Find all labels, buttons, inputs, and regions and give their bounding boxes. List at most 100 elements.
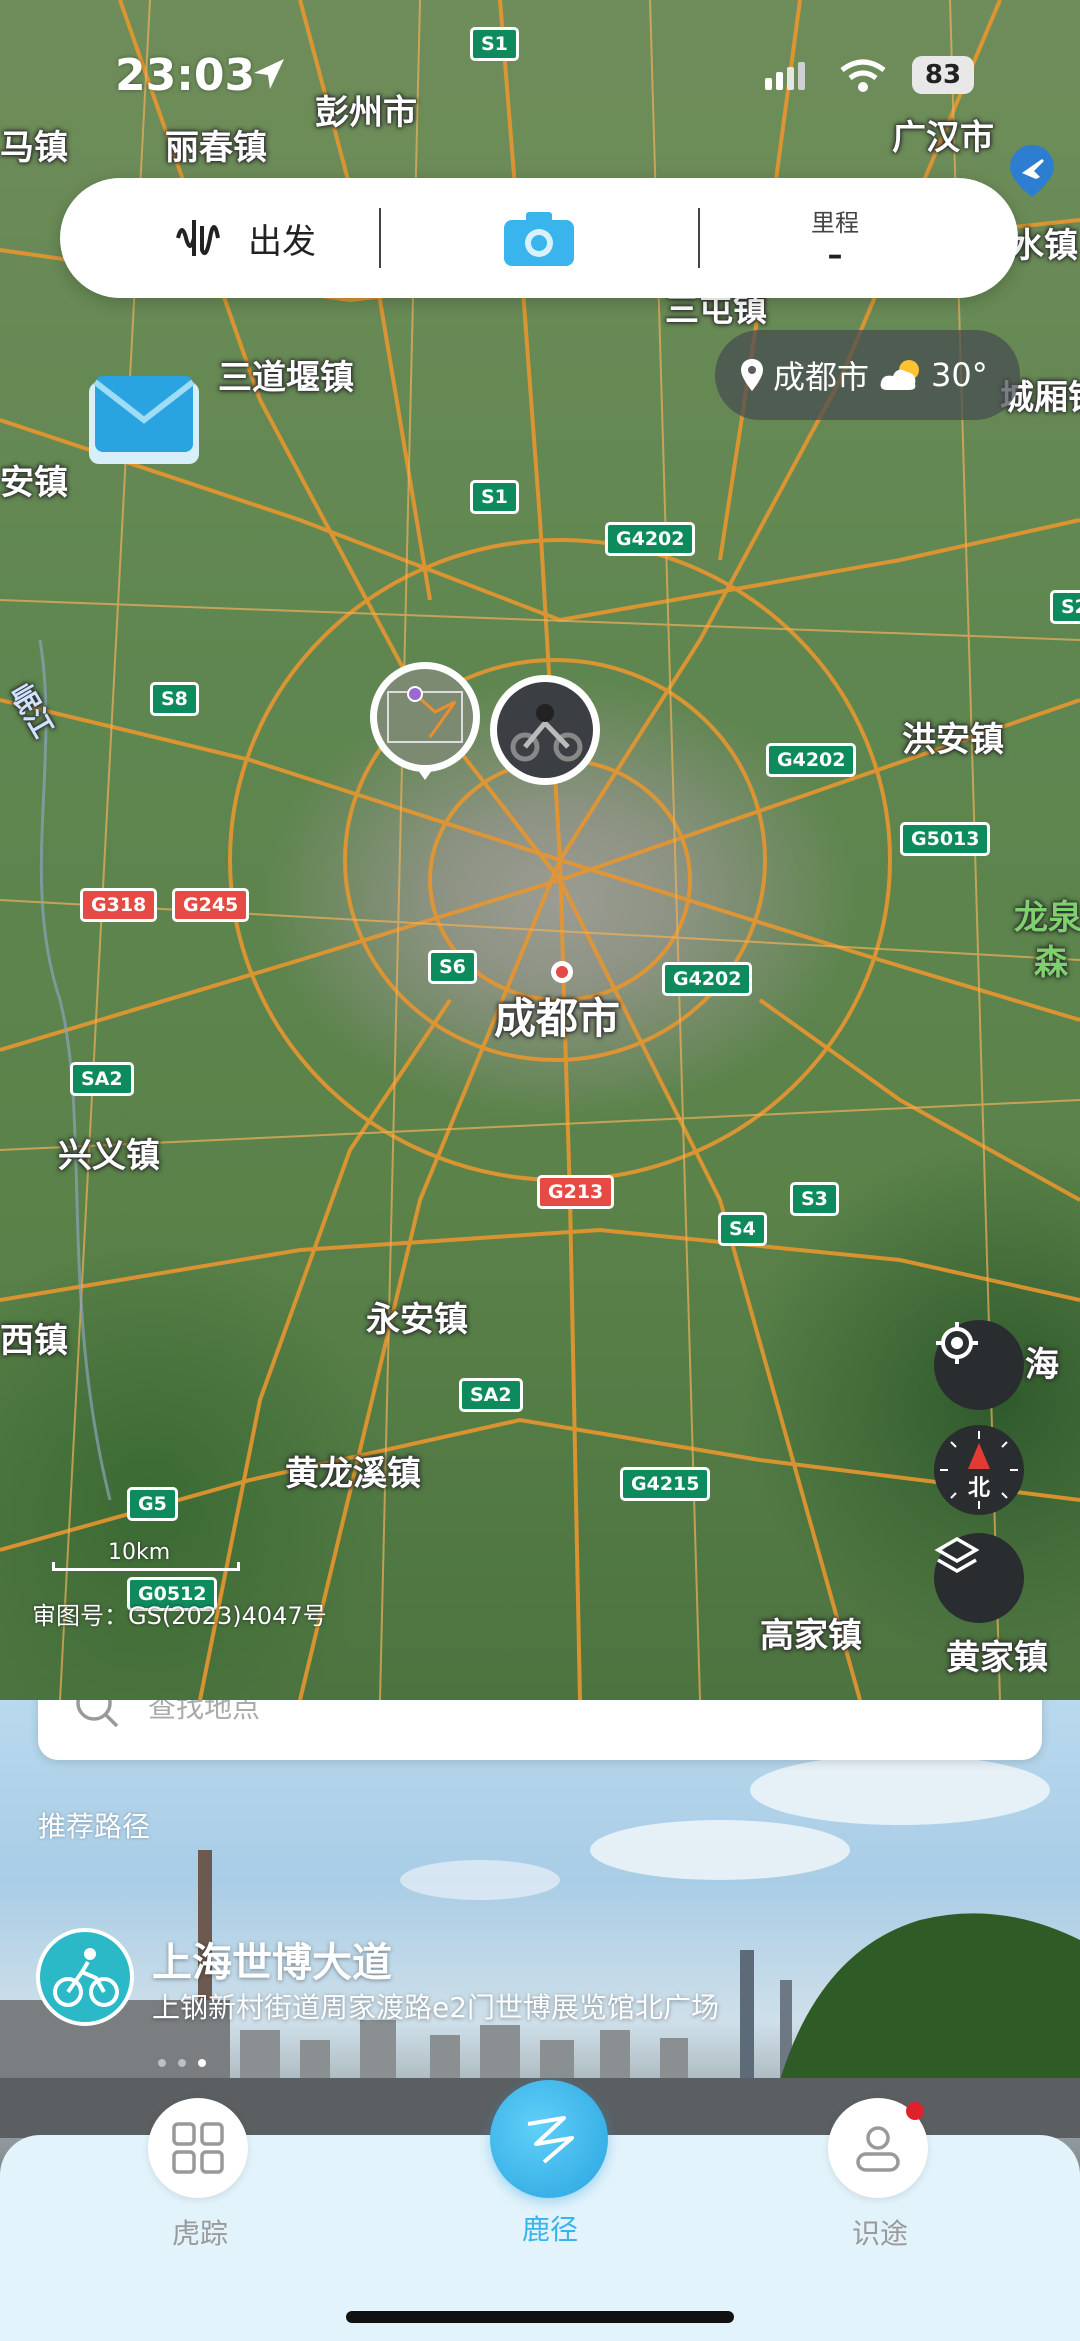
camera-button[interactable] <box>380 178 698 298</box>
cycling-icon <box>53 1948 119 2007</box>
weather-temperature: 30° <box>931 356 988 394</box>
place-label: 黄龙溪镇 <box>285 1454 421 1494</box>
bottom-sheet: 查找地点 推荐路径 上海世博大道 上钢新村街道周家渡路e2门世博展览馆北广场 虎… <box>0 1700 1080 2341</box>
tab-profile-label: 识途 <box>851 2217 908 2250</box>
tab-tracks-label: 虎踪 <box>171 2217 228 2250</box>
battery-level: 83 <box>924 60 962 90</box>
place-label: 永安镇 <box>366 1300 468 1340</box>
user-icon <box>856 2126 900 2172</box>
place-label: 安镇 <box>0 463 68 503</box>
place-label: 丽春镇 <box>165 128 267 168</box>
top-action-bar: 出发 里程 – <box>60 178 1018 298</box>
compass-north-label: 北 <box>968 1476 990 1501</box>
road-shield: SA2 <box>70 1062 134 1096</box>
road-shield: S4 <box>718 1212 767 1246</box>
place-label: 三道堰镇 <box>218 358 354 398</box>
place-label: 黄家镇 <box>946 1638 1048 1678</box>
tab-tracks-button[interactable] <box>148 2098 248 2198</box>
crosshair-icon <box>936 1322 978 1364</box>
road-shield: G4202 <box>766 743 857 777</box>
road-shield: S2 <box>1050 590 1080 624</box>
road-shield: G5013 <box>900 822 991 856</box>
place-label-city: 成都市 <box>494 994 621 1043</box>
airplane-icon <box>1010 145 1054 197</box>
road-shield: G213 <box>537 1175 615 1209</box>
track-thumbnail-icon <box>377 669 473 765</box>
location-pin-icon <box>741 359 763 391</box>
road-shield: S6 <box>428 950 477 984</box>
search-icon <box>76 1700 119 1728</box>
route-title: 上海世博大道 <box>152 1940 392 1986</box>
envelope-icon <box>89 376 199 464</box>
road-shield: G4215 <box>620 1467 711 1501</box>
airport-marker <box>1010 145 1054 197</box>
place-label: 兴义镇 <box>58 1136 160 1176</box>
compass-icon: 北 <box>940 1431 1018 1509</box>
page-dot-active <box>198 2059 206 2067</box>
location-arrow-icon <box>254 59 284 89</box>
place-label: 森 <box>1034 943 1068 983</box>
track-thumbnail-marker[interactable] <box>370 662 480 780</box>
route-path-icon <box>527 2116 574 2164</box>
page-dot <box>178 2059 186 2067</box>
battery-indicator: 83 <box>912 56 974 94</box>
place-label: 洪安镇 <box>902 720 1004 760</box>
start-label: 出发 <box>248 221 316 262</box>
partly-cloudy-icon <box>880 360 920 390</box>
locate-button[interactable] <box>934 1320 1024 1410</box>
status-bar: 23:03 83 <box>0 40 1080 110</box>
road-shield: G318 <box>80 888 158 922</box>
user-avatar-marker[interactable] <box>490 675 600 785</box>
recommend-section-label: 推荐路径 <box>38 1810 151 1843</box>
mail-button[interactable] <box>85 372 203 472</box>
weather-city: 成都市 <box>773 358 870 396</box>
camera-icon <box>504 212 574 266</box>
road-shield: S8 <box>150 682 199 716</box>
place-label: 海 <box>1025 1345 1059 1385</box>
route-type-badge <box>36 1928 134 2026</box>
road-shield: S1 <box>470 27 519 61</box>
tab-profile-button[interactable] <box>828 2098 928 2198</box>
scale-bar <box>52 1562 240 1571</box>
place-label: 西镇 <box>0 1321 68 1361</box>
road-shield: G245 <box>172 888 250 922</box>
road-shield: G4202 <box>662 962 753 996</box>
route-subtitle: 上钢新村街道周家渡路e2门世博展览馆北广场 <box>152 1991 720 2024</box>
compass-button[interactable]: 北 <box>934 1425 1024 1515</box>
page-dot <box>158 2059 166 2067</box>
wifi-icon <box>840 59 886 92</box>
tab-profile[interactable]: 识途 <box>828 2098 932 2252</box>
approval-number: 审图号：GS(2023)4047号 <box>32 1602 327 1630</box>
grid-icon <box>172 2122 224 2174</box>
tab-routes-button[interactable] <box>490 2080 608 2198</box>
map-scale: 10km <box>52 1540 240 1571</box>
tab-routes[interactable]: 鹿径 <box>490 2080 610 2248</box>
start-button[interactable]: 出发 <box>110 178 380 298</box>
layers-icon <box>934 1536 980 1574</box>
road-shield: S3 <box>790 1182 839 1216</box>
signal-icon <box>765 62 805 90</box>
place-label: 龙泉 <box>1014 898 1080 938</box>
tab-tracks[interactable]: 虎踪 <box>148 2098 252 2252</box>
road-shield: G5 <box>127 1487 178 1521</box>
motorcycle-avatar-icon <box>497 682 593 778</box>
road-shield: SA2 <box>459 1378 523 1412</box>
mileage-display: 里程 – <box>700 178 970 298</box>
tab-routes-label: 鹿径 <box>521 2213 578 2246</box>
place-label: 水镇 <box>1010 226 1078 266</box>
city-marker-icon <box>551 961 573 983</box>
place-label: 彭州市 <box>315 93 417 133</box>
weather-pill[interactable]: 成都市 30° <box>715 330 1020 420</box>
status-time: 23:03 <box>115 50 256 101</box>
search-input[interactable]: 查找地点 <box>148 1700 260 1726</box>
notification-dot <box>906 2102 924 2120</box>
route-card[interactable]: 上海世博大道 上钢新村街道周家渡路e2门世博展览馆北广场 <box>36 1928 1036 2038</box>
place-label: 高家镇 <box>760 1616 862 1656</box>
place-label: 马镇 <box>0 128 68 168</box>
mileage-value: – <box>827 238 843 273</box>
waveform-icon <box>176 220 220 256</box>
layers-button[interactable] <box>934 1533 1024 1623</box>
place-label: 广汉市 <box>892 118 994 158</box>
home-indicator <box>346 2311 734 2323</box>
search-bar[interactable]: 查找地点 <box>38 1700 1042 1760</box>
